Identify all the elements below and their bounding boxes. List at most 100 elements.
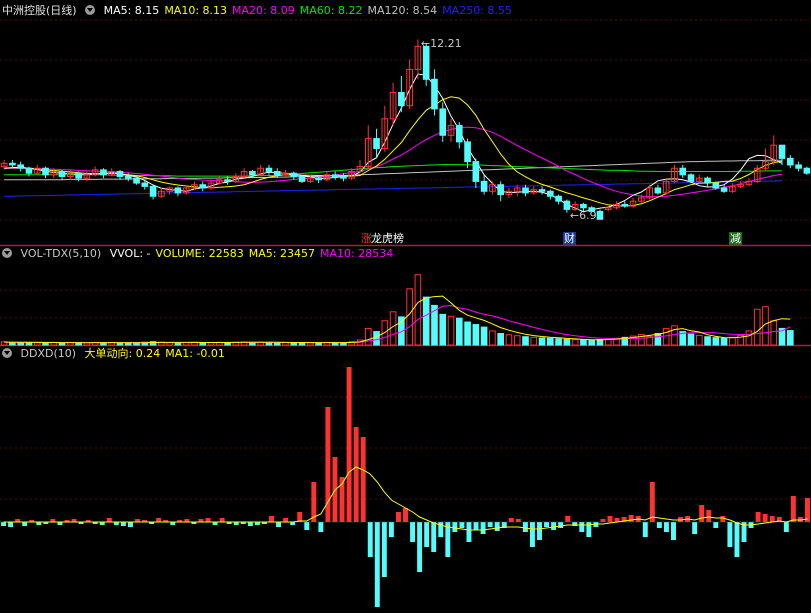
volume-bar-59: [489, 330, 496, 346]
ddxd-bar-74: [522, 522, 528, 532]
volume-bar-4: [33, 342, 41, 346]
ddxd-bar-82: [579, 522, 585, 532]
ddxd-bar-72: [508, 518, 514, 522]
candle-body-97: [803, 167, 811, 174]
ddxd-bar-79: [558, 522, 564, 528]
volume-bar-57: [472, 324, 480, 346]
ddxd-bar-29: [205, 518, 211, 522]
volume-bar-45: [373, 331, 380, 346]
ddxd-bar-67: [473, 522, 479, 530]
volume-bar-87: [720, 337, 728, 346]
candle-body-40: [331, 174, 339, 177]
ddxd-bar-70: [494, 522, 500, 531]
volume-bar-71: [588, 339, 596, 346]
candle-body-48: [398, 91, 405, 107]
volume-bar-80: [662, 327, 670, 346]
ddxd-bar-58: [410, 522, 416, 542]
ddxd-bar-109: [769, 516, 775, 522]
candle-body-24: [199, 184, 207, 189]
candle-body-1: [9, 162, 16, 166]
candle-body-18: [149, 185, 157, 197]
volume-bar-34: [282, 342, 289, 346]
ddxd-bar-60: [424, 522, 430, 547]
candle-body-52: [431, 78, 438, 110]
stock-chart[interactable]: [0, 0, 811, 613]
ddxd-bar-59: [417, 522, 423, 572]
volume-bar-54: [447, 315, 455, 346]
volume-bar-91: [753, 308, 761, 346]
ddxd-bar-54: [381, 522, 387, 577]
candle-body-45: [373, 138, 380, 149]
candle-body-27: [224, 179, 231, 182]
ddxd-bar-80: [565, 516, 571, 522]
ddxd-bar-57: [403, 508, 408, 522]
candle-body-56: [464, 141, 471, 163]
ddxd-bar-15: [106, 518, 112, 522]
candle-body-82: [679, 167, 687, 176]
volume-bar-58: [480, 326, 488, 346]
volume-bar-83: [687, 333, 695, 346]
candle-body-15: [124, 175, 132, 179]
ddxd-bar-100: [706, 510, 712, 522]
ddxd-bar-91: [642, 522, 648, 537]
ddxd-bar-39: [276, 522, 282, 527]
candle-body-21: [174, 187, 182, 194]
volume-bar-66: [547, 337, 554, 346]
ddxd-bar-111: [783, 522, 789, 532]
volume-bar-53: [439, 313, 447, 346]
ddxd-bar-51: [360, 437, 366, 522]
volume-bar-85: [704, 336, 711, 346]
volume-bar-88: [729, 336, 736, 346]
candle-body-70: [580, 203, 587, 209]
candle-body-68: [563, 200, 571, 210]
volume-bar-9: [75, 342, 82, 346]
ddxd-bar-64: [452, 522, 458, 532]
volume-ma5-line: [4, 295, 791, 344]
ddxd-bar-50: [353, 427, 359, 522]
ddxd-bar-107: [755, 512, 761, 522]
ddxd-bar-18: [127, 522, 133, 527]
candle-body-72: [596, 210, 604, 220]
candle-body-65: [538, 189, 546, 192]
candle-body-3: [25, 167, 33, 174]
ddxd-bar-1: [8, 522, 14, 527]
ddxd-bar-69: [487, 522, 493, 527]
ddxd-bar-31: [219, 518, 225, 522]
ddxd-bar-53: [374, 522, 380, 607]
volume-bar-49: [406, 288, 413, 346]
candle-body-63: [522, 187, 529, 194]
ddxd-bar-49: [346, 367, 352, 522]
ddxd-bar-3: [22, 522, 28, 526]
ddxd-bar-40: [283, 518, 289, 522]
candle-body-51: [422, 45, 430, 80]
volume-bar-63: [522, 336, 529, 346]
candle-body-85: [704, 177, 711, 184]
volume-bar-44: [364, 327, 372, 346]
candle-body-79: [654, 187, 662, 194]
volume-bar-56: [464, 321, 471, 346]
candle-body-67: [555, 195, 562, 202]
ddxd-bar-55: [388, 522, 394, 537]
ddxd-bar-38: [269, 516, 274, 522]
ddxd-bar-101: [713, 522, 719, 528]
volume-bar-65: [538, 337, 546, 346]
ddxd-bar-92: [649, 482, 655, 522]
candle-body-55: [455, 124, 463, 143]
ddxd-bar-66: [466, 522, 472, 542]
candle-body-16: [133, 177, 140, 184]
candle-body-17: [141, 182, 149, 187]
ddxd-bar-76: [537, 522, 542, 540]
candle-body-96: [795, 164, 802, 169]
volume-bar-2: [17, 342, 25, 346]
ddxd-bar-78: [551, 522, 557, 530]
volume-bar-95: [786, 330, 794, 346]
ddxd-bar-56: [395, 512, 401, 522]
candle-body-95: [786, 157, 794, 166]
ddxd-bar-17: [120, 522, 126, 526]
candle-body-2: [17, 164, 25, 169]
candle-body-58: [480, 180, 488, 192]
ddxd-bar-77: [544, 522, 550, 527]
candle-body-83: [687, 174, 695, 182]
volume-bar-69: [571, 339, 579, 346]
ddxd-bar-94: [663, 522, 669, 532]
